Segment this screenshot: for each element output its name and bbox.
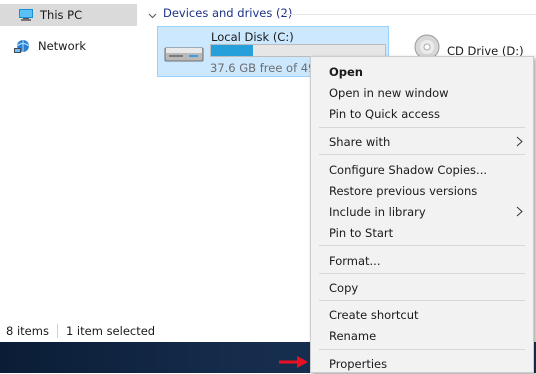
- menu-item-label: Pin to Start: [329, 225, 394, 240]
- menu-item-rename[interactable]: Rename: [311, 325, 533, 346]
- menu-item-label: Properties: [329, 356, 388, 371]
- menu-item-configure-shadow-copies[interactable]: Configure Shadow Copies...: [311, 159, 533, 180]
- menu-item-share-with[interactable]: Share with: [311, 131, 533, 152]
- chevron-right-icon: [516, 206, 523, 220]
- local-disk-name: Local Disk (C:): [211, 30, 294, 44]
- menu-item-label: Format...: [329, 253, 381, 268]
- menu-item-label: Open in new window: [329, 85, 449, 100]
- menu-separator: [319, 300, 525, 301]
- status-separator: [56, 324, 58, 338]
- menu-item-label: Pin to Quick access: [329, 106, 440, 121]
- status-item-count: 8 items: [6, 324, 49, 338]
- nav-item-this-pc[interactable]: This PC: [0, 4, 137, 26]
- chevron-down-icon: [148, 9, 157, 18]
- menu-item-label: Rename: [329, 328, 377, 343]
- menu-item-format[interactable]: Format...: [311, 250, 533, 271]
- nav-item-label: This PC: [40, 8, 83, 22]
- context-menu: Open Open in new window Pin to Quick acc…: [310, 56, 534, 373]
- menu-item-label: Restore previous versions: [329, 183, 478, 198]
- menu-item-copy[interactable]: Copy: [311, 277, 533, 298]
- menu-item-include-in-library[interactable]: Include in library: [311, 201, 533, 222]
- menu-separator: [319, 273, 525, 274]
- menu-separator: [319, 154, 525, 155]
- menu-item-label: Open: [329, 64, 363, 79]
- nav-item-label: Network: [38, 39, 87, 53]
- menu-item-create-shortcut[interactable]: Create shortcut: [311, 304, 533, 325]
- menu-item-label: Configure Shadow Copies...: [329, 162, 488, 177]
- computer-icon: [18, 9, 34, 21]
- status-selection: 1 item selected: [65, 324, 156, 338]
- menu-item-label: Share with: [329, 134, 391, 149]
- menu-item-pin-quick-access[interactable]: Pin to Quick access: [311, 103, 533, 124]
- network-icon: [14, 39, 32, 53]
- menu-item-open-new-window[interactable]: Open in new window: [311, 82, 533, 103]
- menu-separator: [319, 127, 525, 128]
- menu-separator: [319, 349, 525, 350]
- menu-item-restore-previous-versions[interactable]: Restore previous versions: [311, 180, 533, 201]
- disk-usage-fill: [211, 45, 253, 56]
- red-arrow-icon: [279, 355, 309, 372]
- chevron-right-icon: [516, 136, 523, 150]
- menu-item-label: Create shortcut: [329, 307, 419, 322]
- menu-separator: [319, 245, 525, 246]
- menu-item-open[interactable]: Open: [311, 61, 533, 82]
- nav-item-network[interactable]: Network: [0, 35, 86, 57]
- group-header-label: Devices and drives (2): [163, 6, 293, 20]
- menu-item-label: Copy: [329, 280, 359, 295]
- menu-item-label: Include in library: [329, 204, 426, 219]
- hard-drive-icon: [164, 45, 204, 66]
- menu-item-pin-to-start[interactable]: Pin to Start: [311, 222, 533, 243]
- navigation-pane: This PC Network: [0, 0, 137, 320]
- menu-item-properties[interactable]: Properties: [311, 353, 533, 374]
- group-header-devices[interactable]: Devices and drives (2): [148, 6, 292, 20]
- group-divider: [282, 14, 536, 15]
